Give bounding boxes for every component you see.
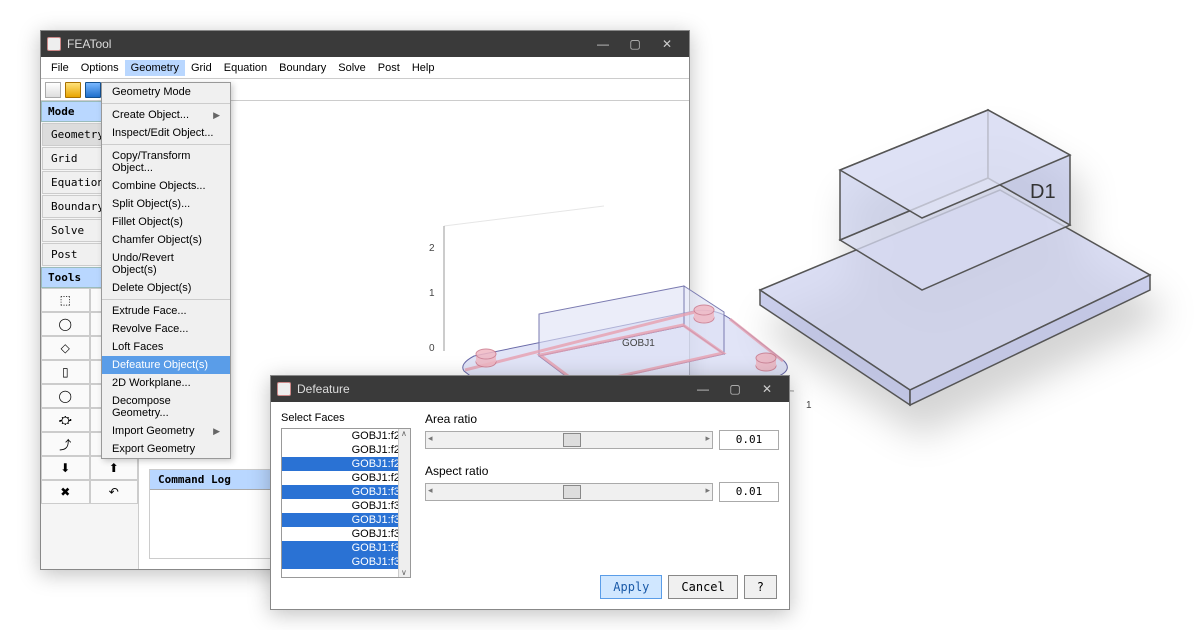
svg-text:2: 2 bbox=[429, 243, 435, 254]
menu-file[interactable]: File bbox=[45, 60, 75, 76]
new-file-icon[interactable] bbox=[45, 82, 61, 98]
geometry-menu: Geometry Mode Create Object...▶Inspect/Ed… bbox=[101, 82, 231, 459]
cancel-button[interactable]: Cancel bbox=[668, 575, 737, 599]
menu-item-decompose-geometry[interactable]: Decompose Geometry... bbox=[102, 392, 230, 422]
face-item[interactable]: GOBJ1:f27 bbox=[282, 443, 410, 457]
help-button[interactable]: ? bbox=[744, 575, 777, 599]
main-titlebar: FEATool — ▢ ✕ bbox=[41, 31, 689, 57]
menu-item-undo-revert-object-s[interactable]: Undo/Revert Object(s) bbox=[102, 249, 230, 279]
menu-grid[interactable]: Grid bbox=[185, 60, 218, 76]
aspect-ratio-label: Aspect ratio bbox=[425, 464, 779, 478]
menu-item-copy-transform-object[interactable]: Copy/Transform Object... bbox=[102, 147, 230, 177]
app-icon bbox=[47, 37, 61, 51]
face-item[interactable]: GOBJ1:f33 bbox=[282, 527, 410, 541]
maximize-button[interactable]: ▢ bbox=[619, 32, 651, 56]
menu-item-defeature-object-s[interactable]: Defeature Object(s) bbox=[102, 356, 230, 374]
face-item[interactable]: GOBJ1:f35 bbox=[282, 555, 410, 569]
menu-post[interactable]: Post bbox=[372, 60, 406, 76]
menu-options[interactable]: Options bbox=[75, 60, 125, 76]
area-ratio-slider[interactable] bbox=[425, 431, 713, 449]
face-item[interactable]: GOBJ1:f26 bbox=[282, 429, 410, 443]
menu-equation[interactable]: Equation bbox=[218, 60, 273, 76]
listbox-scrollbar[interactable] bbox=[398, 429, 410, 577]
object-label: GOBJ1 bbox=[622, 338, 655, 349]
window-title: FEATool bbox=[67, 37, 587, 51]
menu-boundary[interactable]: Boundary bbox=[273, 60, 332, 76]
menubar: FileOptionsGeometryGridEquationBoundaryS… bbox=[41, 57, 689, 79]
menu-item-loft-faces[interactable]: Loft Faces bbox=[102, 338, 230, 356]
dialog-maximize-button[interactable]: ▢ bbox=[719, 377, 751, 401]
faces-listbox[interactable]: GOBJ1:f26GOBJ1:f27GOBJ1:f28GOBJ1:f29GOBJ… bbox=[281, 428, 411, 578]
face-item[interactable]: GOBJ1:f32 bbox=[282, 513, 410, 527]
menu-item-inspect-edit-object[interactable]: Inspect/Edit Object... bbox=[102, 124, 230, 142]
svg-text:1: 1 bbox=[429, 288, 435, 299]
dialog-close-button[interactable]: ✕ bbox=[751, 377, 783, 401]
area-ratio-label: Area ratio bbox=[425, 412, 779, 426]
face-item[interactable]: GOBJ1:f30 bbox=[282, 485, 410, 499]
menu-item-import-geometry[interactable]: Import Geometry▶ bbox=[102, 422, 230, 440]
tool-button-2[interactable]: ◯ bbox=[41, 312, 90, 336]
menu-item-extrude-face[interactable]: Extrude Face... bbox=[102, 302, 230, 320]
menu-item-delete-object-s[interactable]: Delete Object(s) bbox=[102, 279, 230, 297]
menu-geometry[interactable]: Geometry bbox=[125, 60, 185, 76]
menu-item-create-object[interactable]: Create Object...▶ bbox=[102, 106, 230, 124]
tool-button-8[interactable]: ◯ bbox=[41, 384, 90, 408]
open-file-icon[interactable] bbox=[65, 82, 81, 98]
dialog-icon bbox=[277, 382, 291, 396]
menu-item-split-object-s[interactable]: Split Object(s)... bbox=[102, 195, 230, 213]
aspect-ratio-value[interactable]: 0.01 bbox=[719, 482, 779, 502]
apply-button[interactable]: Apply bbox=[600, 575, 662, 599]
menu-solve[interactable]: Solve bbox=[332, 60, 372, 76]
face-item[interactable]: GOBJ1:f29 bbox=[282, 471, 410, 485]
menu-item-geometry-mode[interactable]: Geometry Mode bbox=[102, 83, 230, 101]
tool-button-14[interactable]: ⬇ bbox=[41, 456, 90, 480]
defeature-dialog: Defeature — ▢ ✕ Select Faces GOBJ1:f26GO… bbox=[270, 375, 790, 610]
menu-item-fillet-object-s[interactable]: Fillet Object(s) bbox=[102, 213, 230, 231]
dialog-minimize-button[interactable]: — bbox=[687, 377, 719, 401]
tool-button-6[interactable]: ▯ bbox=[41, 360, 90, 384]
dialog-title: Defeature bbox=[297, 382, 687, 396]
face-item[interactable]: GOBJ1:f31 bbox=[282, 499, 410, 513]
tool-button-10[interactable]: ⛮ bbox=[41, 408, 90, 432]
tool-button-17[interactable]: ↶ bbox=[90, 480, 139, 504]
menu-help[interactable]: Help bbox=[406, 60, 441, 76]
result-label: D1 bbox=[1030, 181, 1056, 203]
face-item[interactable]: GOBJ1:f28 bbox=[282, 457, 410, 471]
slider-thumb[interactable] bbox=[563, 485, 581, 499]
tool-button-12[interactable]: ⤴ bbox=[41, 432, 90, 456]
face-item[interactable]: GOBJ1:f34 bbox=[282, 541, 410, 555]
dialog-titlebar: Defeature — ▢ ✕ bbox=[271, 376, 789, 402]
close-button[interactable]: ✕ bbox=[651, 32, 683, 56]
menu-item-export-geometry[interactable]: Export Geometry bbox=[102, 440, 230, 458]
menu-item-revolve-face[interactable]: Revolve Face... bbox=[102, 320, 230, 338]
save-file-icon[interactable] bbox=[85, 82, 101, 98]
minimize-button[interactable]: — bbox=[587, 32, 619, 56]
menu-item-d-workplane[interactable]: 2D Workplane... bbox=[102, 374, 230, 392]
select-faces-label: Select Faces bbox=[281, 412, 411, 424]
menu-item-combine-objects[interactable]: Combine Objects... bbox=[102, 177, 230, 195]
result-geometry: D1 bbox=[720, 60, 1160, 420]
svg-text:0: 0 bbox=[429, 343, 435, 354]
tool-button-15[interactable]: ⬆ bbox=[90, 456, 139, 480]
slider-thumb[interactable] bbox=[563, 433, 581, 447]
aspect-ratio-slider[interactable] bbox=[425, 483, 713, 501]
menu-item-chamfer-object-s[interactable]: Chamfer Object(s) bbox=[102, 231, 230, 249]
tool-button-4[interactable]: ◇ bbox=[41, 336, 90, 360]
tool-button-0[interactable]: ⬚ bbox=[41, 288, 90, 312]
area-ratio-value[interactable]: 0.01 bbox=[719, 430, 779, 450]
tool-button-16[interactable]: ✖ bbox=[41, 480, 90, 504]
